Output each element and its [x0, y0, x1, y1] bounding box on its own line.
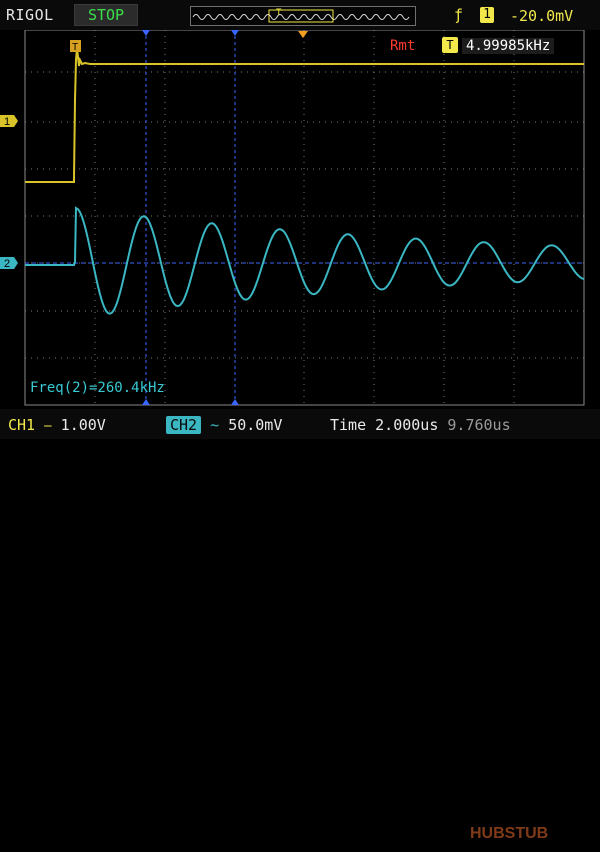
- watermark-logo: HUBSTUB: [470, 818, 600, 848]
- top-status-bar: RIGOL STOP T ƒ 1 -20.0mV: [0, 0, 600, 30]
- watermark-text: HUBSTUB: [470, 825, 548, 842]
- cursor-b-marker[interactable]: [231, 30, 239, 36]
- ch1-label: CH1: [8, 416, 36, 434]
- measure-label: Rmt: [390, 38, 416, 54]
- cursor-freq-readout: Freq(2)=260.4kHz: [30, 380, 165, 396]
- graticule: [25, 30, 584, 405]
- ch1-scale-value: 1.00V: [60, 416, 106, 434]
- bottom-status-bar: CH1 ⎯ 1.00V CH2 ~ 50.0mV Time 2.000us 9.…: [0, 409, 600, 842]
- rising-edge-icon: ƒ: [454, 6, 464, 24]
- ch1-scale[interactable]: CH1 ⎯ 1.00V: [8, 416, 106, 434]
- time-label: Time: [330, 416, 367, 434]
- ch2-marker-label: 2: [4, 258, 10, 270]
- ch2-coupling-icon: ~: [210, 416, 220, 434]
- measure-source-badge: T: [442, 37, 458, 53]
- timeline-waveform-icon: T: [192, 7, 410, 23]
- trigger-position-marker[interactable]: [298, 31, 308, 38]
- brand-logo: RIGOL: [6, 6, 54, 24]
- memory-timeline[interactable]: T: [190, 6, 416, 26]
- ch1-coupling-icon: ⎯: [44, 416, 52, 434]
- cursor-a-bottom-marker: [142, 399, 150, 405]
- ch2-scale-value: 50.0mV: [228, 416, 283, 434]
- trigger-level: -20.0mV: [510, 7, 574, 25]
- cursor-a-marker[interactable]: [142, 30, 150, 36]
- run-stop-status[interactable]: STOP: [74, 4, 138, 26]
- ch2-level-marker[interactable]: 2: [0, 257, 18, 270]
- measure-value: 4.99985kHz: [462, 38, 555, 54]
- trigger-source-badge: 1: [480, 7, 494, 23]
- timebase[interactable]: Time 2.000us 9.760us: [330, 416, 511, 434]
- ch2-scale[interactable]: CH2 ~ 50.0mV: [166, 416, 282, 434]
- time-value: 2.000us: [375, 416, 439, 434]
- cursor-b-bottom-marker: [231, 399, 239, 405]
- trigger-time-marker-label: T: [72, 42, 78, 53]
- waveform-display[interactable]: T 1 2: [0, 29, 600, 409]
- ch2-label: CH2: [166, 416, 202, 434]
- ch2-trace: [25, 206, 585, 315]
- ch1-level-marker[interactable]: 1: [0, 115, 18, 128]
- trigger-status[interactable]: ƒ 1 -20.0mV: [448, 4, 594, 26]
- time-offset: 9.760us: [447, 416, 511, 434]
- timeline-trigger-marker: T: [276, 7, 282, 17]
- ch1-marker-label: 1: [4, 116, 10, 128]
- waveform-svg: T 1 2: [0, 29, 585, 406]
